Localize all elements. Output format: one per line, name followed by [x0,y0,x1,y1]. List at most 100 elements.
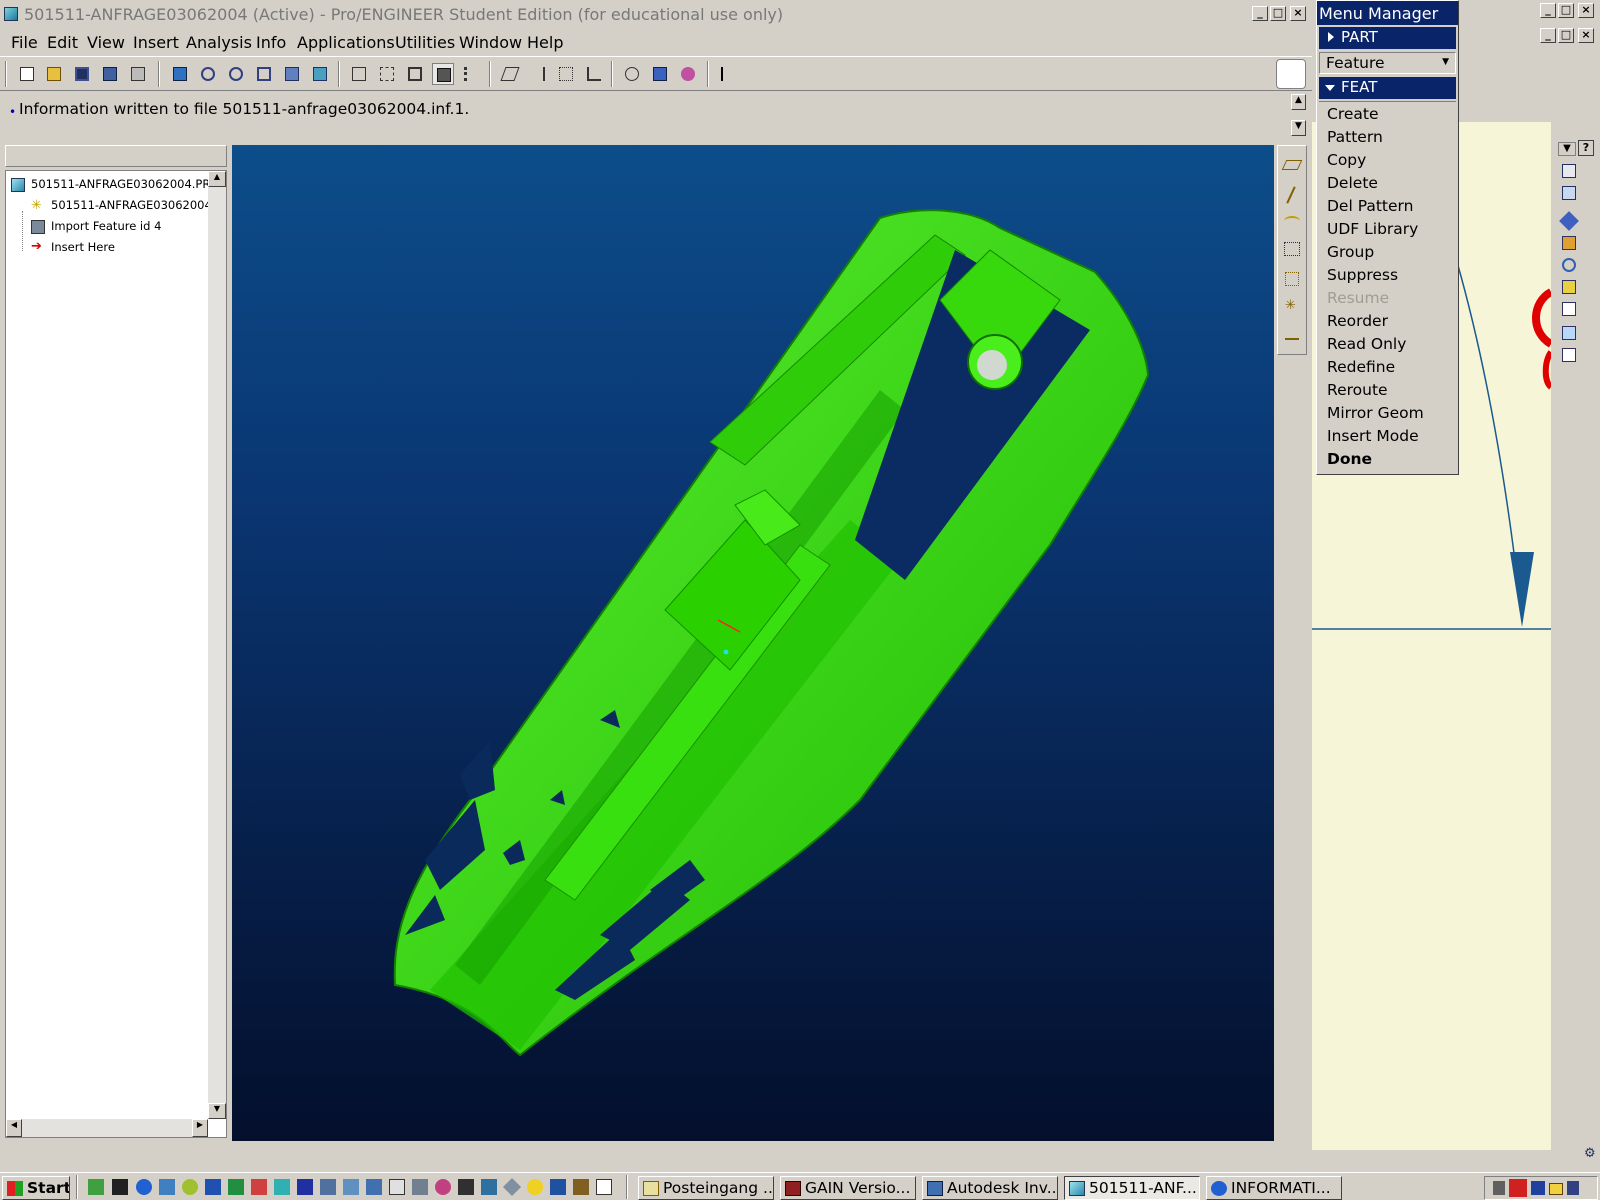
spin-center-icon[interactable] [621,63,643,85]
analysis-tool-icon[interactable] [1285,326,1299,340]
selection-filter-icon[interactable] [649,63,671,85]
ql-app-18-icon[interactable] [481,1179,497,1195]
window-title-bar[interactable]: 501511-ANFRAGE03062004 (Active) - Pro/EN… [0,0,1312,28]
model-tree[interactable]: 501511-ANFRAGE03062004.PRT ✳ 501511-ANFR… [5,170,227,1138]
side-help-icon[interactable]: ? [1578,140,1594,156]
trail-icon[interactable] [1276,59,1306,89]
task-autodesk-inventor[interactable]: Autodesk Inv... [922,1176,1058,1200]
ql-excel-icon[interactable] [228,1179,244,1195]
datum-planes-icon[interactable] [499,63,521,85]
envelope-icon[interactable] [1549,1183,1563,1195]
mm-del-pattern[interactable]: Del Pattern [1327,197,1413,215]
sketch-tool-icon[interactable] [1284,242,1300,256]
mm-pattern[interactable]: Pattern [1327,128,1383,146]
ql-app-10-icon[interactable] [297,1179,313,1195]
ql-app-17-icon[interactable] [458,1179,474,1195]
menu-utilities[interactable]: Utilities [395,33,455,52]
ql-app-12-icon[interactable] [343,1179,359,1195]
menu-insert[interactable]: Insert [133,33,179,52]
model-tree-toggle-icon[interactable] [460,63,482,85]
side-tool-5-icon[interactable] [1562,258,1576,272]
ql-app-4-icon[interactable] [159,1179,175,1195]
refit-icon[interactable] [253,63,275,85]
coordinate-systems-icon[interactable] [583,63,605,85]
mm-done[interactable]: Done [1327,450,1372,468]
datum-points-icon[interactable] [555,63,577,85]
ql-acrobat-icon[interactable] [251,1179,267,1195]
appearance-icon[interactable] [677,63,699,85]
bg-doc-restore-button[interactable]: □ [1558,28,1574,43]
ql-app-19-icon[interactable] [502,1177,522,1197]
datum-curve-tool-icon[interactable] [1284,216,1300,226]
datum-point-tool-icon[interactable] [1285,272,1299,286]
volume-icon[interactable] [1493,1181,1505,1195]
side-tool-8-icon[interactable] [1562,326,1576,340]
task-informati[interactable]: INFORMATI... [1206,1176,1342,1200]
bg-minimize-button[interactable]: _ [1540,3,1556,18]
side-dropdown-icon[interactable]: ▼ [1558,142,1576,156]
minimize-button[interactable]: _ [1252,6,1268,21]
zoom-out-icon[interactable] [225,63,247,85]
bg-maximize-button[interactable]: □ [1558,3,1574,18]
ql-app-22-icon[interactable] [573,1179,589,1195]
task-proe-active[interactable]: 501511-ANF... [1064,1176,1200,1200]
side-tool-7-icon[interactable] [1562,302,1576,316]
side-tool-9-icon[interactable] [1562,348,1576,362]
ql-app-15-icon[interactable] [412,1179,428,1195]
ql-app-16-icon[interactable] [435,1179,451,1195]
shading-icon[interactable] [432,63,454,85]
open-folder-icon[interactable] [43,63,65,85]
mm-read-only[interactable]: Read Only [1327,335,1406,353]
menu-window[interactable]: Window [459,33,522,52]
mm-group[interactable]: Group [1327,243,1374,261]
new-file-icon[interactable] [16,63,38,85]
mm-copy[interactable]: Copy [1327,151,1366,169]
menu-applications[interactable]: Applications [297,33,395,52]
ql-app-11-icon[interactable] [320,1179,336,1195]
ql-cmd-icon[interactable] [112,1179,128,1195]
maximize-button[interactable]: □ [1270,6,1286,21]
task-posteingang[interactable]: Posteingang ... [638,1176,774,1200]
start-button[interactable]: Start [2,1176,70,1200]
datum-axis-tool-icon[interactable] [1286,186,1296,204]
ql-word-icon[interactable] [205,1179,221,1195]
ql-smiley-icon[interactable] [527,1179,543,1195]
mm-reorder[interactable]: Reorder [1327,312,1388,330]
reorient-icon[interactable] [281,63,303,85]
menu-part[interactable]: PART [1319,27,1456,49]
menu-info[interactable]: Info [256,33,286,52]
side-tool-6-icon[interactable] [1562,280,1576,294]
menu-view[interactable]: View [87,33,125,52]
mm-create[interactable]: Create [1327,105,1379,123]
mm-udf-library[interactable]: UDF Library [1327,220,1418,238]
datum-plane-tool-icon[interactable] [1281,160,1303,170]
message-scroll-down[interactable]: ▼ [1291,120,1306,136]
side-tool-4-icon[interactable] [1562,236,1576,250]
menu-help[interactable]: Help [527,33,563,52]
coordinate-system-tool-icon[interactable]: ✳ [1285,298,1296,313]
task-gain[interactable]: GAIN Versio... [780,1176,916,1200]
feature-dropdown[interactable]: Feature ▼ [1319,52,1456,74]
printer-tray-icon[interactable] [1567,1181,1579,1195]
ql-app-13-icon[interactable] [366,1179,382,1195]
tree-hscrollbar[interactable]: ◀ ▶ [6,1119,208,1137]
mm-redefine[interactable]: Redefine [1327,358,1395,376]
side-tool-2-icon[interactable] [1562,186,1576,200]
saved-views-icon[interactable] [309,63,331,85]
mm-mirror-geom[interactable]: Mirror Geom [1327,404,1424,422]
bg-doc-close-button[interactable]: × [1578,28,1594,43]
pdf-tray-icon[interactable] [1509,1179,1527,1197]
no-hidden-icon[interactable] [404,63,426,85]
menu-file[interactable]: File [11,33,38,52]
hidden-line-icon[interactable] [376,63,398,85]
repaint-icon[interactable] [169,63,191,85]
print-icon[interactable] [127,63,149,85]
bg-close-button[interactable]: × [1578,3,1594,18]
ql-app-1-icon[interactable] [88,1179,104,1195]
ql-app-14-icon[interactable] [389,1179,405,1195]
network-icon[interactable] [1531,1181,1545,1195]
save-copy-icon[interactable] [99,63,121,85]
datum-axes-icon[interactable] [527,63,549,85]
side-tool-1-icon[interactable] [1562,164,1576,178]
bg-doc-minimize-button[interactable]: _ [1540,28,1556,43]
